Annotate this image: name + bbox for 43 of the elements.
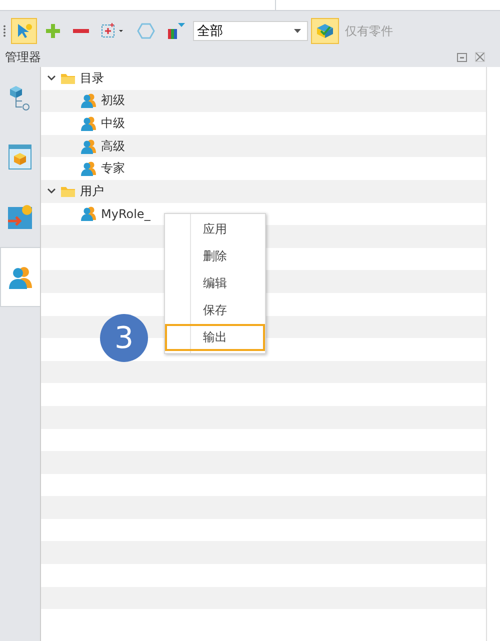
user-icon: [81, 138, 97, 154]
pin-icon[interactable]: [457, 52, 467, 62]
menu-item[interactable]: 应用: [165, 216, 265, 243]
hexagon-icon: [137, 22, 155, 40]
tree-item[interactable]: 用户: [80, 182, 104, 200]
panel-title: 管理器: [5, 48, 42, 66]
chevron-down-icon[interactable]: [47, 188, 56, 194]
grip-icon: [3, 24, 6, 38]
tree-item[interactable]: 初级: [101, 92, 125, 110]
tree-item[interactable]: 目录: [80, 70, 104, 87]
scrollbar-track[interactable]: [486, 67, 500, 641]
frame-plus-icon: [100, 22, 126, 40]
tree-item[interactable]: MyRole_: [101, 206, 150, 221]
cube-check-icon: [315, 22, 335, 40]
cube-window-icon: [7, 143, 33, 171]
tree-item[interactable]: 中级: [101, 114, 125, 132]
caret-icon: [294, 29, 301, 33]
menu-item[interactable]: 输出: [165, 324, 265, 351]
menu-item[interactable]: 编辑: [165, 270, 265, 297]
user-icon: [81, 116, 97, 131]
folder-icon: [60, 184, 76, 198]
parts-only-label: 仅有零件: [345, 22, 393, 40]
minus-icon: [73, 29, 89, 33]
chevron-down-icon[interactable]: [47, 75, 56, 82]
step-badge: 3: [100, 314, 148, 362]
user-icon: [81, 161, 97, 176]
user-icon: [81, 93, 97, 108]
close-icon[interactable]: [475, 52, 485, 62]
tree-item[interactable]: 专家: [101, 160, 125, 178]
parts-only-toggle[interactable]: [311, 18, 339, 44]
cursor-icon: [15, 22, 33, 40]
menu-item[interactable]: 删除: [165, 243, 265, 270]
users-icon: [6, 264, 34, 290]
select-tool[interactable]: [11, 18, 37, 44]
tree-item[interactable]: 高级: [101, 138, 125, 155]
plus-icon: [44, 22, 62, 40]
user-icon: [81, 206, 97, 222]
image-arrow-icon: [6, 203, 34, 231]
bar-chart-filter-icon: [166, 22, 186, 40]
folder-icon: [60, 72, 76, 85]
menu-item[interactable]: 保存: [165, 297, 265, 324]
filter-dropdown[interactable]: 全部: [193, 21, 308, 41]
users-tab[interactable]: [0, 247, 40, 307]
